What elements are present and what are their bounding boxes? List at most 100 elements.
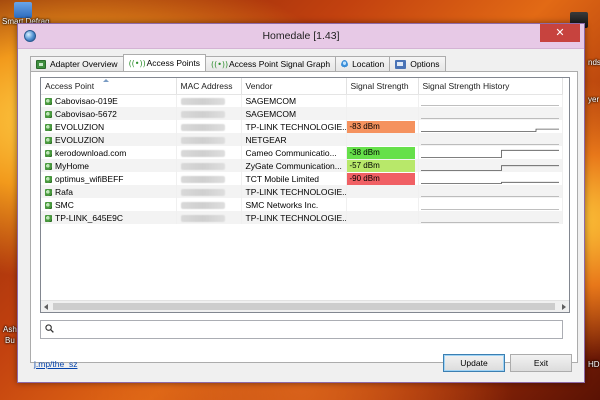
cell-access-point: Rafa bbox=[41, 185, 177, 198]
cell-mac-address: 00-11-2E-4B-BE-FF bbox=[176, 172, 242, 185]
signal-history-line bbox=[420, 149, 559, 158]
cell-signal-history bbox=[418, 146, 563, 159]
tab-access-point-signal-graph[interactable]: ((•)) Access Point Signal Graph bbox=[204, 56, 337, 71]
cell-signal-history bbox=[418, 198, 563, 211]
exit-button[interactable]: Exit bbox=[510, 354, 572, 372]
update-button[interactable]: Update bbox=[443, 354, 505, 372]
mac-address-value: 00-13-F7-4A-9C-01 bbox=[180, 201, 225, 209]
cell-signal-strength: -90 dBm bbox=[346, 172, 419, 185]
network-icon bbox=[45, 123, 52, 131]
network-icon bbox=[45, 136, 52, 144]
access-point-name: Cabovisao-5672 bbox=[55, 108, 117, 119]
table-header-row: Access Point MAC Address Vendor Signal S… bbox=[41, 78, 563, 95]
column-header-vendor[interactable]: Vendor bbox=[241, 78, 347, 95]
table-row[interactable]: optimus_wifiBEFF 00-11-2E-4B-BE-FF TCT Mob… bbox=[41, 172, 563, 185]
access-points-panel: Access Point MAC Address Vendor Signal S… bbox=[30, 71, 578, 363]
access-point-name: Rafa bbox=[55, 186, 73, 197]
tab-access-points[interactable]: ((•)) Access Points bbox=[122, 54, 206, 71]
signal-history-line bbox=[420, 181, 559, 184]
scrollbar-thumb[interactable] bbox=[53, 303, 555, 310]
cell-access-point: Cabovisao-019E bbox=[41, 94, 177, 107]
close-button[interactable]: ✕ bbox=[540, 24, 580, 42]
signal-history-sparkline bbox=[420, 164, 559, 171]
cell-mac-address: 00-13-F7-4A-9C-01 bbox=[176, 198, 242, 211]
scroll-left-arrow-icon[interactable] bbox=[44, 304, 48, 310]
table-row[interactable]: kerodownload.com 00-19-C7-5A-12-B0 Cameo C… bbox=[41, 146, 563, 159]
website-link[interactable]: j.mp/the_sz bbox=[34, 359, 77, 369]
mac-address-value: A0-21-B7-F0-11-42 bbox=[180, 136, 225, 144]
column-header-signal-strength[interactable]: Signal Strength bbox=[346, 78, 419, 95]
column-header-mac-address[interactable]: MAC Address bbox=[176, 78, 242, 95]
mac-address-value: F8-D1-11-AB-3C-20 bbox=[180, 123, 225, 131]
cell-vendor: SAGEMCOM bbox=[241, 107, 347, 120]
signal-history-sparkline bbox=[420, 117, 559, 119]
tab-adapter-overview[interactable]: Adapter Overview bbox=[30, 56, 124, 71]
cell-signal-history bbox=[418, 211, 563, 224]
cell-vendor: TP-LINK TECHNOLOGIE... bbox=[241, 120, 347, 133]
tab-strip: Adapter Overview ((•)) Access Points ((•… bbox=[30, 54, 446, 71]
network-icon bbox=[45, 162, 52, 170]
cell-mac-address: F8-D1-11-AB-3C-20 bbox=[176, 120, 242, 133]
table-row[interactable]: Cabovisao-019E C0-AC-54-F5-01-9E SAGEMCOM bbox=[41, 94, 563, 107]
table-row[interactable]: Cabovisao-5672 C0-AC-54-F5-56-72 SAGEMCOM bbox=[41, 107, 563, 120]
cell-signal-strength: -38 dBm bbox=[346, 146, 419, 159]
signal-history-line bbox=[420, 128, 559, 132]
cell-signal-history bbox=[418, 94, 563, 107]
cell-signal-history bbox=[418, 185, 563, 198]
table-row[interactable]: TP-LINK_645E9C F4-EC-38-64-5E-9C TP-LINK T… bbox=[41, 211, 563, 224]
access-point-name: EVOLUZION bbox=[55, 134, 105, 145]
signal-history-sparkline bbox=[420, 149, 559, 158]
cell-vendor: Cameo Communicatio... bbox=[241, 146, 347, 159]
signal-strength-badge: -57 dBm bbox=[346, 159, 415, 172]
title-bar[interactable]: Homedale [1.43] ✕ bbox=[18, 24, 584, 49]
table-row[interactable]: EVOLUZION A0-21-B7-F0-11-42 NETGEAR bbox=[41, 133, 563, 146]
network-icon bbox=[45, 110, 52, 118]
location-pin-icon bbox=[341, 59, 349, 69]
tab-options[interactable]: Options bbox=[389, 56, 446, 71]
tab-label: Options bbox=[410, 59, 440, 69]
table-row[interactable]: Rafa B0-48-7A-C1-2D-55 TP-LINK TECHNOLOGIE… bbox=[41, 185, 563, 198]
cell-signal-strength: -57 dBm bbox=[346, 159, 419, 172]
signal-history-sparkline bbox=[420, 208, 559, 210]
mac-address-value: C0-AC-54-F5-56-72 bbox=[180, 110, 225, 118]
cell-vendor: ZyGate Communication... bbox=[241, 159, 347, 172]
desktop-icon-label: Bu bbox=[5, 336, 15, 345]
cell-mac-address: A0-21-B7-F0-11-42 bbox=[176, 133, 242, 146]
signal-history-sparkline bbox=[420, 143, 559, 145]
tab-location[interactable]: Location bbox=[335, 56, 391, 71]
access-point-list[interactable]: Access Point MAC Address Vendor Signal S… bbox=[40, 77, 570, 313]
search-input[interactable] bbox=[58, 322, 558, 337]
network-icon bbox=[45, 149, 52, 157]
network-icon bbox=[45, 188, 52, 196]
network-icon bbox=[45, 201, 52, 209]
access-point-name: EVOLUZION bbox=[55, 121, 105, 132]
cell-access-point: MyHome bbox=[41, 159, 177, 172]
smart-defrag-desktop-icon[interactable] bbox=[14, 2, 32, 18]
signal-history-sparkline bbox=[420, 128, 559, 132]
cell-signal-strength bbox=[346, 211, 419, 224]
table-row[interactable]: MyHome 00-02-CF-A1-33-7E ZyGate Communicat… bbox=[41, 159, 563, 172]
cell-access-point: optimus_wifiBEFF bbox=[41, 172, 177, 185]
signal-strength-badge: -90 dBm bbox=[346, 172, 415, 185]
table-row[interactable]: EVOLUZION F8-D1-11-AB-3C-20 TP-LINK TECHNO… bbox=[41, 120, 563, 133]
cell-access-point: EVOLUZION bbox=[41, 133, 177, 146]
homedale-window: Homedale [1.43] ✕ Adapter Overview ((•))… bbox=[17, 23, 585, 383]
cell-access-point: Cabovisao-5672 bbox=[41, 107, 177, 120]
column-header-signal-history[interactable]: Signal Strength History bbox=[418, 78, 563, 95]
cell-vendor: TCT Mobile Limited bbox=[241, 172, 347, 185]
cell-mac-address: B0-48-7A-C1-2D-55 bbox=[176, 185, 242, 198]
cell-access-point: SMC bbox=[41, 198, 177, 211]
scroll-right-arrow-icon[interactable] bbox=[562, 304, 566, 310]
network-icon bbox=[45, 214, 52, 222]
column-header-access-point[interactable]: Access Point bbox=[41, 78, 177, 95]
network-icon bbox=[45, 97, 52, 105]
mac-address-value: B0-48-7A-C1-2D-55 bbox=[180, 188, 225, 196]
horizontal-scrollbar[interactable] bbox=[41, 300, 569, 312]
table-row[interactable]: SMC 00-13-F7-4A-9C-01 SMC Networks Inc. bbox=[41, 198, 563, 211]
wifi-signal-icon: ((•)) bbox=[210, 59, 229, 69]
cell-signal-strength bbox=[346, 107, 419, 120]
cell-access-point: TP-LINK_645E9C bbox=[41, 211, 177, 224]
cell-signal-strength bbox=[346, 94, 419, 107]
search-box[interactable] bbox=[40, 320, 563, 339]
cell-vendor: NETGEAR bbox=[241, 133, 347, 146]
